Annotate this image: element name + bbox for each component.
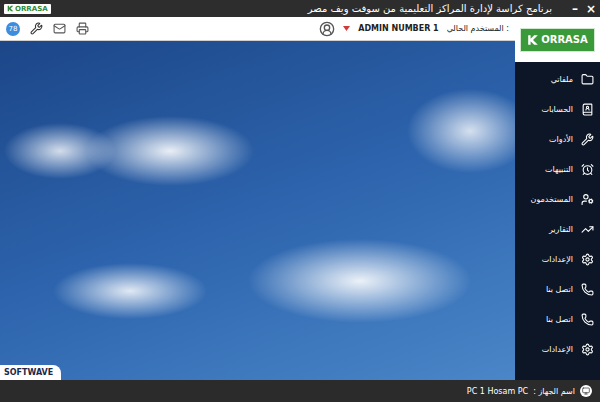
toolbar: 78 ADMIN NUMBER 1 المستخدم الحالي : — [0, 17, 515, 41]
sidebar-item[interactable]: ملفاتي — [515, 64, 600, 94]
device-name: PC 1 Hosam PC — [467, 387, 528, 396]
sidebar-item[interactable]: الأدوات — [515, 124, 600, 154]
title-logo: ORRASA — [4, 4, 51, 14]
title-bar: ORRASA برنامج كراسة لإدارة المراكز التعلي… — [0, 0, 600, 17]
computer-icon — [580, 385, 592, 397]
sidebar-item[interactable]: المستخدمون — [515, 184, 600, 214]
avatar-icon[interactable] — [319, 21, 335, 37]
mail-icon[interactable] — [53, 22, 66, 35]
chart-icon — [581, 223, 594, 236]
phone-icon — [581, 283, 594, 296]
sidebar-item[interactable]: اتصل بنا — [515, 274, 600, 304]
watermark: SOFTWAVE — [0, 365, 61, 380]
device-label: اسم الجهاز : — [533, 387, 575, 396]
tools-icon — [581, 133, 594, 146]
app-logo: ORRASA — [520, 28, 595, 52]
sidebar-item[interactable]: الإعدادات — [515, 334, 600, 364]
background-photo: SOFTWAVE — [0, 41, 515, 380]
status-bar: اسم الجهاز : PC 1 Hosam PC — [0, 380, 600, 402]
sidebar-item[interactable]: الحسابات — [515, 94, 600, 124]
window-title: برنامج كراسة لإدارة المراكز التعليمية من… — [308, 3, 552, 14]
alarm-icon — [581, 163, 594, 176]
users-icon — [581, 193, 594, 206]
dropdown-caret-icon[interactable] — [343, 26, 350, 31]
current-user: ADMIN NUMBER 1 المستخدم الحالي : — [319, 21, 509, 37]
contacts-icon — [581, 103, 594, 116]
logo-k-icon — [527, 34, 539, 46]
sidebar-item[interactable]: التنبيهات — [515, 154, 600, 184]
logo-k-icon — [7, 5, 14, 12]
close-button[interactable]: × — [586, 2, 596, 16]
user-name: ADMIN NUMBER 1 — [358, 24, 438, 33]
app-window: ORRASA برنامج كراسة لإدارة المراكز التعلي… — [0, 0, 600, 402]
notification-badge[interactable]: 78 — [6, 22, 20, 36]
sidebar: ORRASA ملفاتيالحساباتالأدواتالتنبيهاتالمس… — [515, 17, 600, 380]
phone-icon — [581, 313, 594, 326]
user-label: المستخدم الحالي : — [447, 24, 509, 33]
minimize-button[interactable]: – — [572, 2, 578, 16]
gear-icon — [581, 253, 594, 266]
sidebar-item[interactable]: الإعدادات — [515, 244, 600, 274]
sidebar-item[interactable]: اتصل بنا — [515, 304, 600, 334]
sidebar-item[interactable]: التقارير — [515, 214, 600, 244]
tools-icon[interactable] — [30, 22, 43, 35]
printer-icon[interactable] — [76, 22, 89, 35]
gear-icon — [581, 343, 594, 356]
folder-icon — [581, 73, 594, 86]
